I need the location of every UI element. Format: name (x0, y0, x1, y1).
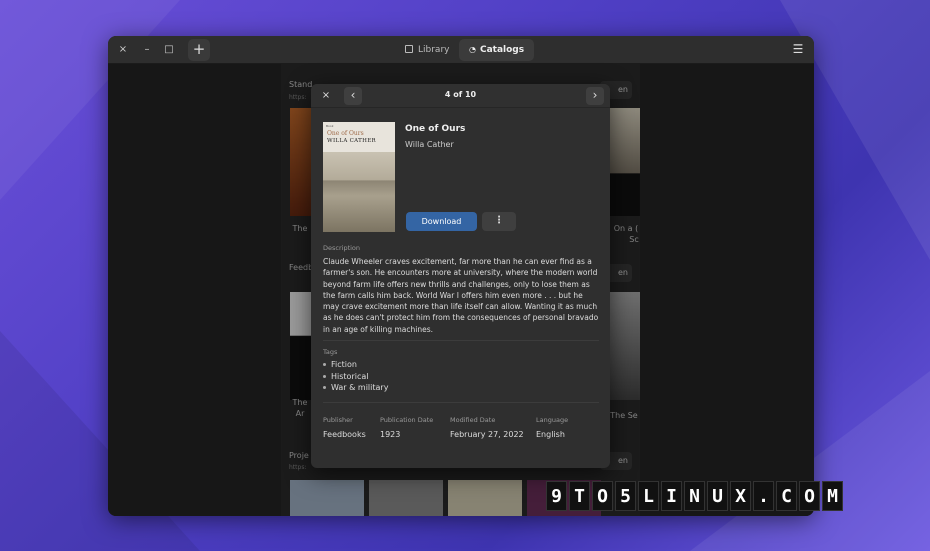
divider (323, 402, 599, 403)
tag-item: War & military (323, 383, 388, 392)
watermark-logo: 9 T O 5 L I N U X . C O M (546, 481, 843, 511)
tab-label: Library (418, 45, 450, 55)
tags-label: Tags (323, 348, 338, 356)
tag-item: Historical (323, 372, 368, 381)
main-menu-button[interactable]: ☰ (788, 40, 808, 60)
book-description: Claude Wheeler craves excitement, far mo… (323, 257, 599, 334)
plus-icon: + (192, 40, 206, 58)
dialog-header: × ‹ 4 of 10 › (311, 84, 610, 108)
watermark-char: L (638, 481, 659, 511)
modified-value: February 27, 2022 (450, 430, 524, 439)
minimize-button[interactable]: – (138, 41, 156, 59)
tab-label: Catalogs (479, 45, 525, 55)
divider (323, 340, 599, 341)
watermark-char: T (569, 481, 590, 511)
tag-item: Fiction (323, 360, 357, 369)
watermark-char: 5 (615, 481, 636, 511)
next-button[interactable]: › (586, 87, 604, 105)
watermark-char: I (661, 481, 682, 511)
rss-icon: ◔ (469, 45, 476, 54)
hamburger-icon: ☰ (792, 42, 804, 56)
tag-label: War & military (331, 383, 389, 392)
add-catalog-button[interactable]: + (188, 39, 210, 61)
description-label: Description (323, 244, 361, 252)
watermark-char: O (592, 481, 613, 511)
book-author: Willa Cather (405, 140, 454, 149)
close-icon: × (118, 44, 128, 55)
download-button[interactable]: Download (406, 212, 477, 231)
language-value: English (536, 430, 565, 439)
page-counter: 4 of 10 (444, 90, 477, 99)
cover-title: One of Ours (327, 130, 364, 137)
book-title: One of Ours (405, 124, 466, 134)
publisher-label: Publisher (323, 416, 353, 424)
tab-library[interactable]: Library (395, 39, 459, 61)
bullet-icon (323, 386, 326, 389)
close-window-button[interactable]: × (114, 41, 132, 59)
bullet-icon (323, 375, 326, 378)
bullet-icon (323, 363, 326, 366)
tag-label: Historical (331, 372, 369, 381)
minimize-icon: – (144, 44, 150, 55)
watermark-char: . (753, 481, 774, 511)
watermark-char: C (776, 481, 797, 511)
maximize-icon: □ (164, 44, 174, 55)
library-icon (405, 45, 413, 53)
pubdate-label: Publication Date (380, 416, 434, 424)
cover-publisher: Book (326, 124, 334, 128)
watermark-char: 9 (546, 481, 567, 511)
language-label: Language (536, 416, 569, 424)
pubdate-value: 1923 (380, 430, 401, 439)
modified-label: Modified Date (450, 416, 496, 424)
cover-author: WILLA CATHER (327, 138, 376, 144)
tag-label: Fiction (331, 360, 357, 369)
maximize-button[interactable]: □ (160, 41, 178, 59)
watermark-char: X (730, 481, 751, 511)
cover-photo (323, 152, 395, 232)
watermark-char: U (707, 481, 728, 511)
watermark-char: M (822, 481, 843, 511)
header-bar: × – □ + Library ◔ Catalogs ☰ (108, 36, 814, 64)
chevron-right-icon: › (592, 88, 598, 102)
publisher-value: Feedbooks (323, 430, 366, 439)
tab-catalogs[interactable]: ◔ Catalogs (459, 39, 535, 61)
more-options-button[interactable]: ⋮ (482, 212, 516, 231)
book-details-dialog: × ‹ 4 of 10 › Book One of Ours WILLA CAT… (311, 84, 610, 468)
kebab-icon: ⋮ (494, 215, 504, 226)
watermark-char: N (684, 481, 705, 511)
watermark-char: O (799, 481, 820, 511)
book-cover-image: Book One of Ours WILLA CATHER (323, 122, 395, 232)
